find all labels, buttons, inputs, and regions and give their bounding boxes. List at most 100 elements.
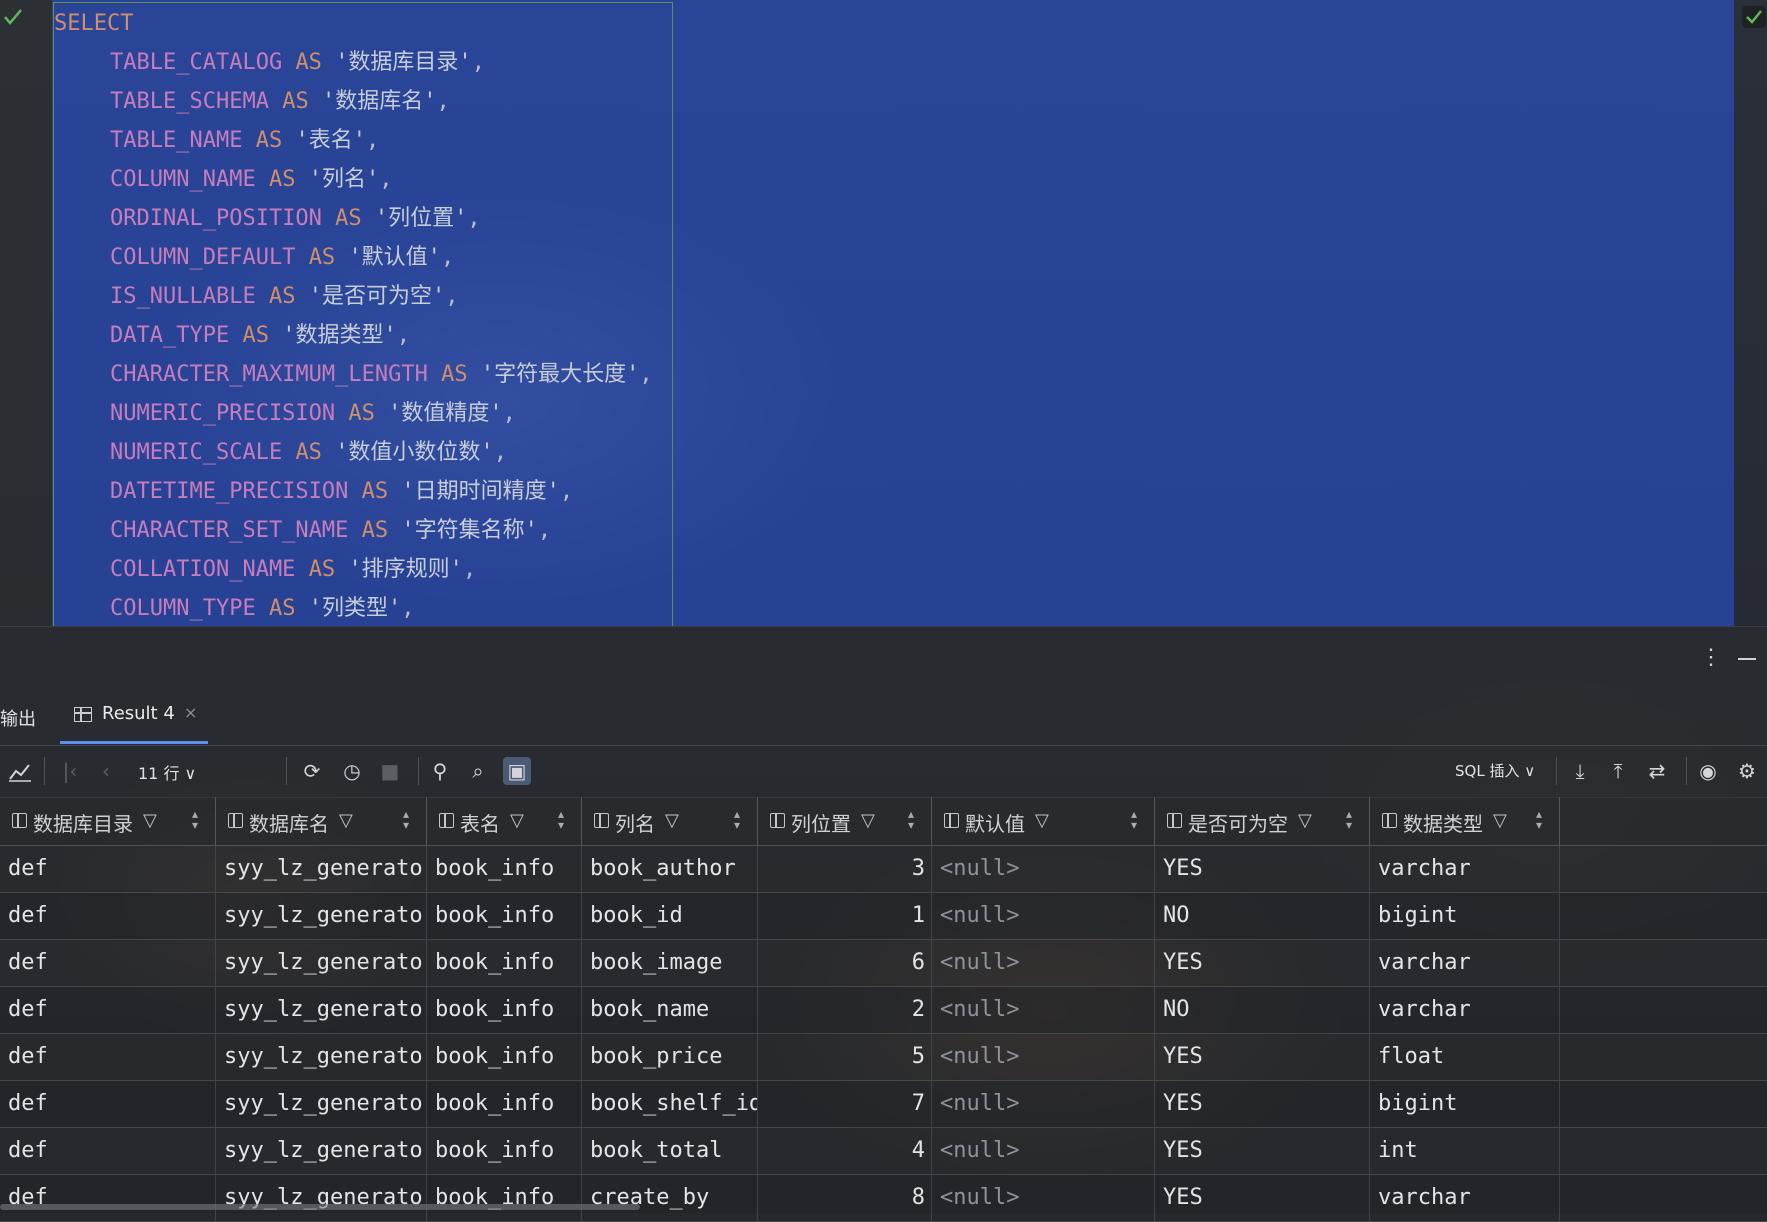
table-cell[interactable]: varchar <box>1370 987 1560 1033</box>
column-header[interactable]: 列位置 ▽ ▴ ▾ <box>758 797 932 845</box>
filter-icon[interactable]: ▽ <box>143 810 157 831</box>
filter-icon[interactable]: ▽ <box>861 810 875 831</box>
table-cell[interactable]: book_name <box>582 987 758 1033</box>
pin-icon[interactable]: ⚲ <box>426 757 454 785</box>
table-row[interactable]: def syy_lz_generator book_info create_by 8 <n… <box>0 1175 1767 1222</box>
table-cell[interactable]: syy_lz_generator <box>216 1081 427 1127</box>
table-cell[interactable]: book_author <box>582 846 758 892</box>
sort-icon[interactable]: ▴ ▾ <box>1534 808 1544 831</box>
table-cell[interactable]: <null> <box>932 1081 1155 1127</box>
table-cell[interactable]: create_by <box>582 1175 758 1221</box>
table-cell[interactable]: book_info <box>427 987 582 1033</box>
table-cell[interactable]: 6 <box>758 940 932 986</box>
column-visibility-icon[interactable] <box>12 813 27 828</box>
upload-icon[interactable]: ⤒ <box>1604 757 1632 785</box>
table-cell[interactable]: <null> <box>932 1175 1155 1221</box>
table-cell[interactable]: def <box>0 893 216 939</box>
table-cell[interactable]: 7 <box>758 1081 932 1127</box>
horizontal-scrollbar[interactable] <box>0 1204 640 1210</box>
table-cell[interactable]: bigint <box>1370 1081 1560 1127</box>
search-icon[interactable]: ⌕ <box>464 757 492 785</box>
settings-icon[interactable]: ⚙ <box>1733 757 1761 785</box>
table-row[interactable]: def syy_lz_generator book_info book_price 5 <… <box>0 1034 1767 1081</box>
table-cell[interactable]: <null> <box>932 940 1155 986</box>
table-cell[interactable]: book_total <box>582 1128 758 1174</box>
sort-icon[interactable]: ▴ ▾ <box>401 808 411 831</box>
sort-icon[interactable]: ▴ ▾ <box>1344 808 1354 831</box>
table-cell[interactable]: def <box>0 1034 216 1080</box>
editor-scroll-rail[interactable] <box>1734 0 1767 626</box>
table-row[interactable]: def syy_lz_generator book_info book_shelf_i… <box>0 1081 1767 1128</box>
export-format-dropdown[interactable]: SQL 插入 ∨ <box>1455 760 1535 781</box>
table-cell[interactable]: 4 <box>758 1128 932 1174</box>
table-cell[interactable]: YES <box>1155 1034 1370 1080</box>
table-cell[interactable]: varchar <box>1370 1175 1560 1221</box>
more-options-icon[interactable]: ⋮ <box>1700 647 1722 669</box>
column-visibility-icon[interactable] <box>594 813 609 828</box>
table-cell[interactable]: 2 <box>758 987 932 1033</box>
column-visibility-icon[interactable] <box>439 813 454 828</box>
refresh-icon[interactable]: ⟳ <box>298 757 326 785</box>
compare-icon[interactable]: ⇄ <box>1643 757 1671 785</box>
table-cell[interactable]: syy_lz_generator <box>216 987 427 1033</box>
column-visibility-icon[interactable] <box>1382 813 1397 828</box>
table-cell[interactable]: book_info <box>427 940 582 986</box>
table-cell[interactable]: syy_lz_generator <box>216 893 427 939</box>
table-row[interactable]: def syy_lz_generator book_info book_id 1 <nul… <box>0 893 1767 940</box>
table-row[interactable]: def syy_lz_generator book_info book_author 3… <box>0 846 1767 893</box>
table-cell[interactable]: def <box>0 1175 216 1221</box>
sort-icon[interactable]: ▴ ▾ <box>190 808 200 831</box>
sort-icon[interactable]: ▴ ▾ <box>732 808 742 831</box>
column-visibility-icon[interactable] <box>944 813 959 828</box>
table-cell[interactable]: book_image <box>582 940 758 986</box>
column-header[interactable]: 表名 ▽ ▴ ▾ <box>427 797 582 845</box>
tab-output[interactable]: 输出 <box>0 705 36 731</box>
table-cell[interactable]: def <box>0 1128 216 1174</box>
table-cell[interactable]: varchar <box>1370 846 1560 892</box>
column-header[interactable]: 数据库目录 ▽ ▴ ▾ <box>0 797 216 845</box>
filter-icon[interactable]: ▽ <box>1035 810 1049 831</box>
table-cell[interactable]: book_info <box>427 893 582 939</box>
table-cell[interactable]: syy_lz_generator <box>216 1034 427 1080</box>
table-cell[interactable]: book_info <box>427 846 582 892</box>
download-icon[interactable]: ⤓ <box>1566 757 1594 785</box>
table-cell[interactable]: <null> <box>932 893 1155 939</box>
table-cell[interactable]: book_info <box>427 1081 582 1127</box>
table-cell[interactable]: float <box>1370 1034 1560 1080</box>
table-row[interactable]: def syy_lz_generator book_info book_name 2 <n… <box>0 987 1767 1034</box>
column-visibility-icon[interactable] <box>228 813 243 828</box>
close-tab-icon[interactable]: × <box>184 703 197 722</box>
table-cell[interactable]: book_shelf_id <box>582 1081 758 1127</box>
sort-icon[interactable]: ▴ ▾ <box>906 808 916 831</box>
table-cell[interactable]: YES <box>1155 846 1370 892</box>
table-cell[interactable]: <null> <box>932 1128 1155 1174</box>
sql-code[interactable]: SELECT TABLE_CATALOG AS '数据库目录', TABLE_SCH… <box>54 4 653 628</box>
table-cell[interactable]: book_id <box>582 893 758 939</box>
column-header[interactable]: 数据类型 ▽ ▴ ▾ <box>1370 797 1560 845</box>
table-cell[interactable]: YES <box>1155 940 1370 986</box>
table-cell[interactable]: 1 <box>758 893 932 939</box>
column-header[interactable]: 默认值 ▽ ▴ ▾ <box>932 797 1155 845</box>
column-visibility-icon[interactable] <box>770 813 785 828</box>
table-cell[interactable]: book_info <box>427 1034 582 1080</box>
table-cell[interactable]: int <box>1370 1128 1560 1174</box>
history-icon[interactable]: ◷ <box>338 757 366 785</box>
table-cell[interactable]: def <box>0 987 216 1033</box>
stop-icon[interactable]: ■ <box>376 757 404 785</box>
table-cell[interactable]: syy_lz_generator <box>216 1175 427 1221</box>
table-cell[interactable]: book_price <box>582 1034 758 1080</box>
table-cell[interactable]: syy_lz_generator <box>216 1128 427 1174</box>
table-cell[interactable]: 5 <box>758 1034 932 1080</box>
table-cell[interactable]: varchar <box>1370 940 1560 986</box>
eye-icon[interactable]: ◉ <box>1694 757 1722 785</box>
filter-icon[interactable]: ▽ <box>1493 810 1507 831</box>
previous-page-icon[interactable]: ‹ <box>92 757 120 785</box>
column-header[interactable]: 列名 ▽ ▴ ▾ <box>582 797 758 845</box>
table-row[interactable]: def syy_lz_generator book_info book_total 4 <… <box>0 1128 1767 1175</box>
filter-icon[interactable]: ▽ <box>665 810 679 831</box>
table-cell[interactable]: book_info <box>427 1175 582 1221</box>
filter-icon[interactable]: ▽ <box>1298 810 1312 831</box>
table-cell[interactable]: syy_lz_generator <box>216 940 427 986</box>
table-view-icon[interactable]: ▣ <box>503 757 531 785</box>
table-cell[interactable]: <null> <box>932 1034 1155 1080</box>
